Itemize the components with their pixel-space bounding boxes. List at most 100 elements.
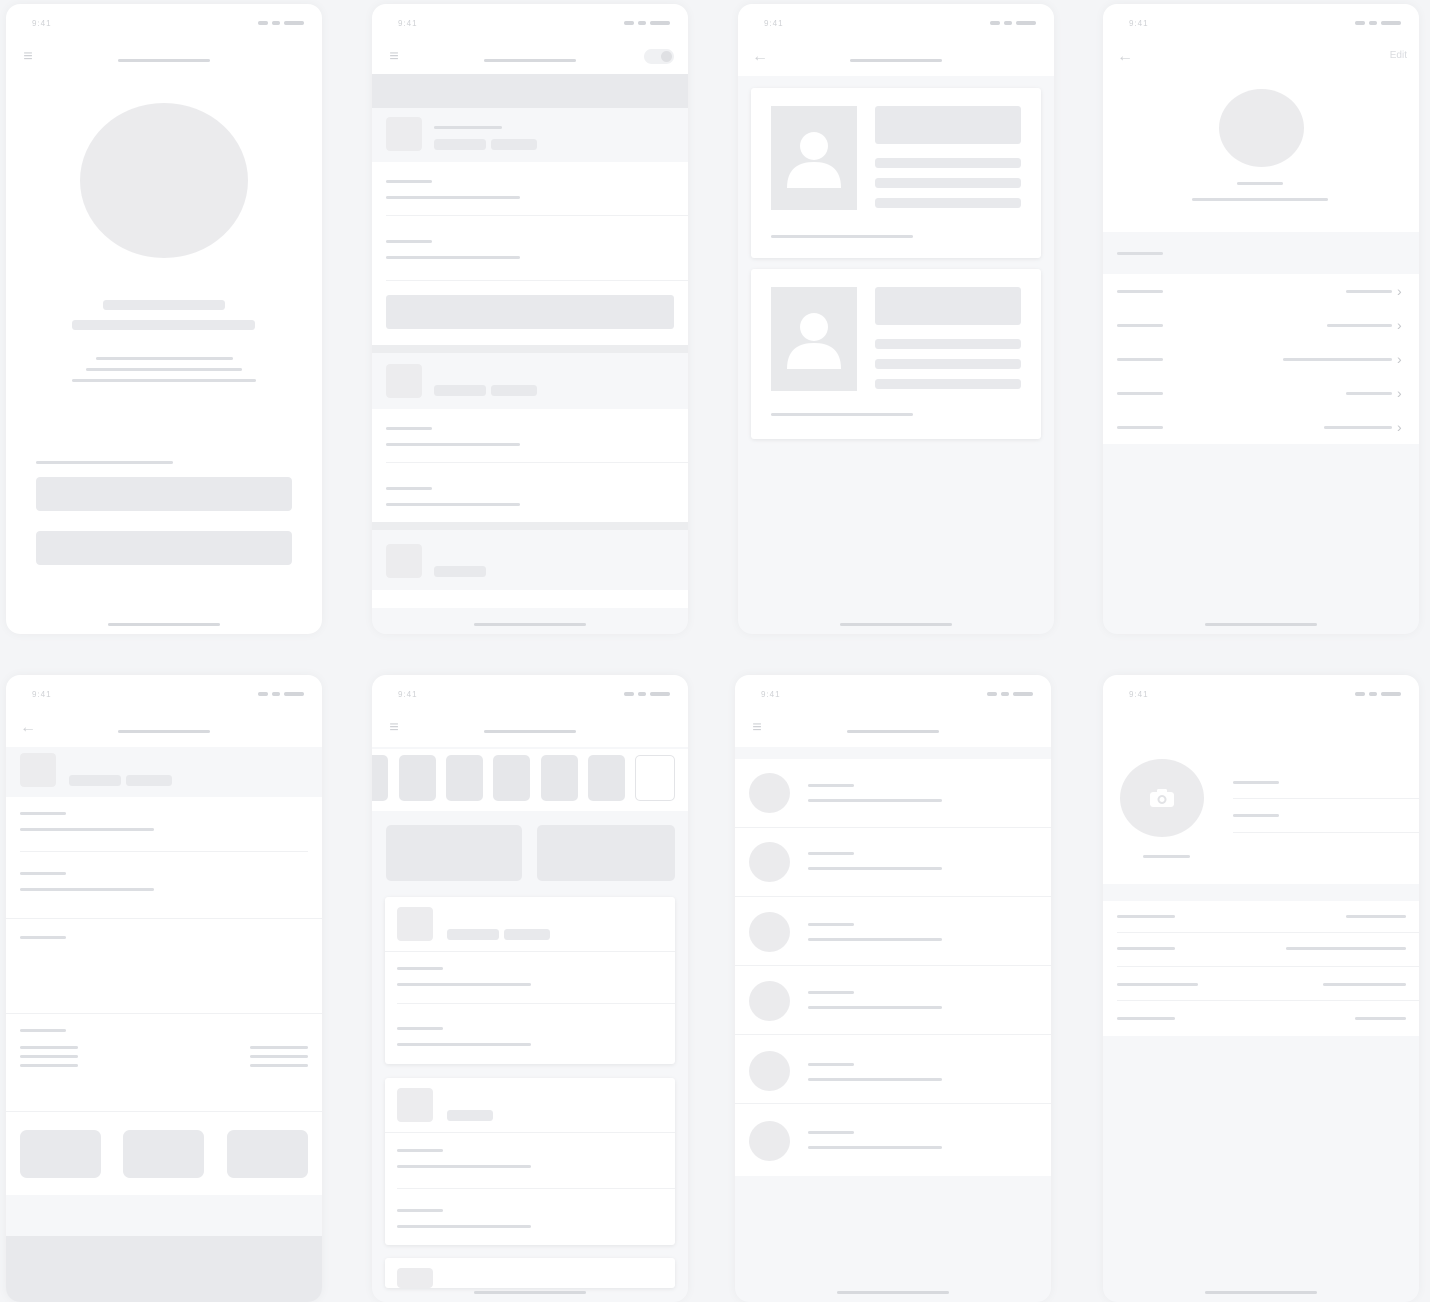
row-value [386,503,520,506]
row-divider [6,1111,322,1112]
detail-label [1117,947,1175,950]
settings-row[interactable]: › [1103,410,1419,444]
row-label [397,1209,443,1212]
back-arrow-icon[interactable]: ← [18,719,38,737]
settings-row[interactable]: › [1103,274,1419,308]
action-button-placeholder[interactable] [386,295,674,329]
row-divider [1117,932,1419,933]
carousel-thumb[interactable] [541,755,578,801]
row-value [1327,324,1392,327]
tile-placeholder[interactable] [537,825,675,881]
field-divider [1233,832,1419,833]
item-title [808,1131,854,1134]
item-tag [126,775,172,786]
feed-card[interactable] [385,897,675,1064]
contact-card[interactable] [751,269,1041,439]
status-indicators [1355,692,1403,698]
status-indicators [1355,21,1403,27]
photo-upload-button[interactable] [1120,759,1204,837]
nav-title-placeholder [118,59,210,62]
card-tag [447,929,499,940]
status-bar: 9:41 [738,4,1054,38]
menu-icon[interactable]: ≡ [18,48,38,66]
back-arrow-icon[interactable]: ← [1115,48,1135,66]
list-item[interactable] [735,966,1051,1035]
card-divider [385,1132,675,1133]
chevron-right-icon: › [1397,317,1402,333]
row-label [1117,324,1163,327]
back-arrow-icon[interactable]: ← [750,48,770,66]
menu-icon[interactable]: ≡ [384,48,404,66]
row-label [386,180,432,183]
option-button-placeholder[interactable] [20,1130,101,1178]
field-label [1233,781,1279,784]
option-button-placeholder[interactable] [227,1130,308,1178]
list-item[interactable] [735,1035,1051,1104]
list-item[interactable] [735,897,1051,966]
row-divider [6,918,322,919]
carousel-thumb[interactable] [588,755,625,801]
avatar [749,842,790,882]
carousel-thumb-selected[interactable] [635,755,675,801]
list-item[interactable] [735,828,1051,897]
status-bar: 9:41 [6,4,322,38]
row-label [397,1149,443,1152]
menu-icon[interactable]: ≡ [384,719,404,737]
screen-contact-list: 9:41 ≡ [735,675,1051,1302]
settings-row[interactable]: › [1103,376,1419,410]
home-indicator [1205,623,1317,626]
card-footer-line [771,235,913,238]
search-bar-placeholder[interactable] [372,74,688,108]
carousel-thumb[interactable] [493,755,530,801]
card-icon [397,1268,433,1288]
row-label [1117,392,1163,395]
name-placeholder [103,300,225,310]
home-indicator [108,623,220,626]
home-indicator [474,623,586,626]
nav-bar: ≡ [735,709,1051,747]
toggle-icon[interactable] [644,49,674,64]
avatar [749,1051,790,1091]
list-item[interactable] [735,759,1051,828]
settings-row[interactable]: › [1103,342,1419,376]
carousel-thumb[interactable] [399,755,436,801]
secondary-button-placeholder[interactable] [36,531,292,565]
section-separator [372,345,688,353]
row-value [1283,358,1392,361]
card-icon [397,1088,433,1122]
card-tag [447,1110,493,1121]
feed-card[interactable] [385,1258,675,1288]
item-subtitle [808,1006,942,1009]
avatar [749,912,790,952]
carousel-thumb[interactable] [446,755,483,801]
avatar [749,773,790,813]
contact-card[interactable] [751,88,1041,258]
option-button-placeholder[interactable] [123,1130,204,1178]
tile-placeholder[interactable] [386,825,522,881]
feed-card[interactable] [385,1078,675,1245]
settings-row[interactable]: › [1103,308,1419,342]
card-title-placeholder [875,106,1021,144]
screen-profile-settings: 9:41 ← Edit › › › › › [1103,4,1419,634]
carousel-thumb[interactable] [372,755,388,801]
menu-icon[interactable]: ≡ [747,719,767,737]
row-label [386,487,432,490]
edit-button[interactable]: Edit [1390,50,1407,61]
person-placeholder-icon [771,287,857,391]
primary-button-placeholder[interactable] [36,477,292,511]
detail-label [1117,915,1175,918]
status-indicators [624,21,672,27]
row-label [20,812,66,815]
list-item[interactable] [735,1104,1051,1176]
nav-title-placeholder [484,730,576,733]
avatar [749,1121,790,1161]
row-divider [397,1003,675,1004]
nav-title-placeholder [118,730,210,733]
home-indicator [474,1291,586,1294]
group-icon [386,544,422,578]
email-line [1192,198,1328,201]
item-subtitle [808,1078,942,1081]
card-tag [504,929,550,940]
item-subtitle [808,1146,942,1149]
row-divider [386,215,688,216]
